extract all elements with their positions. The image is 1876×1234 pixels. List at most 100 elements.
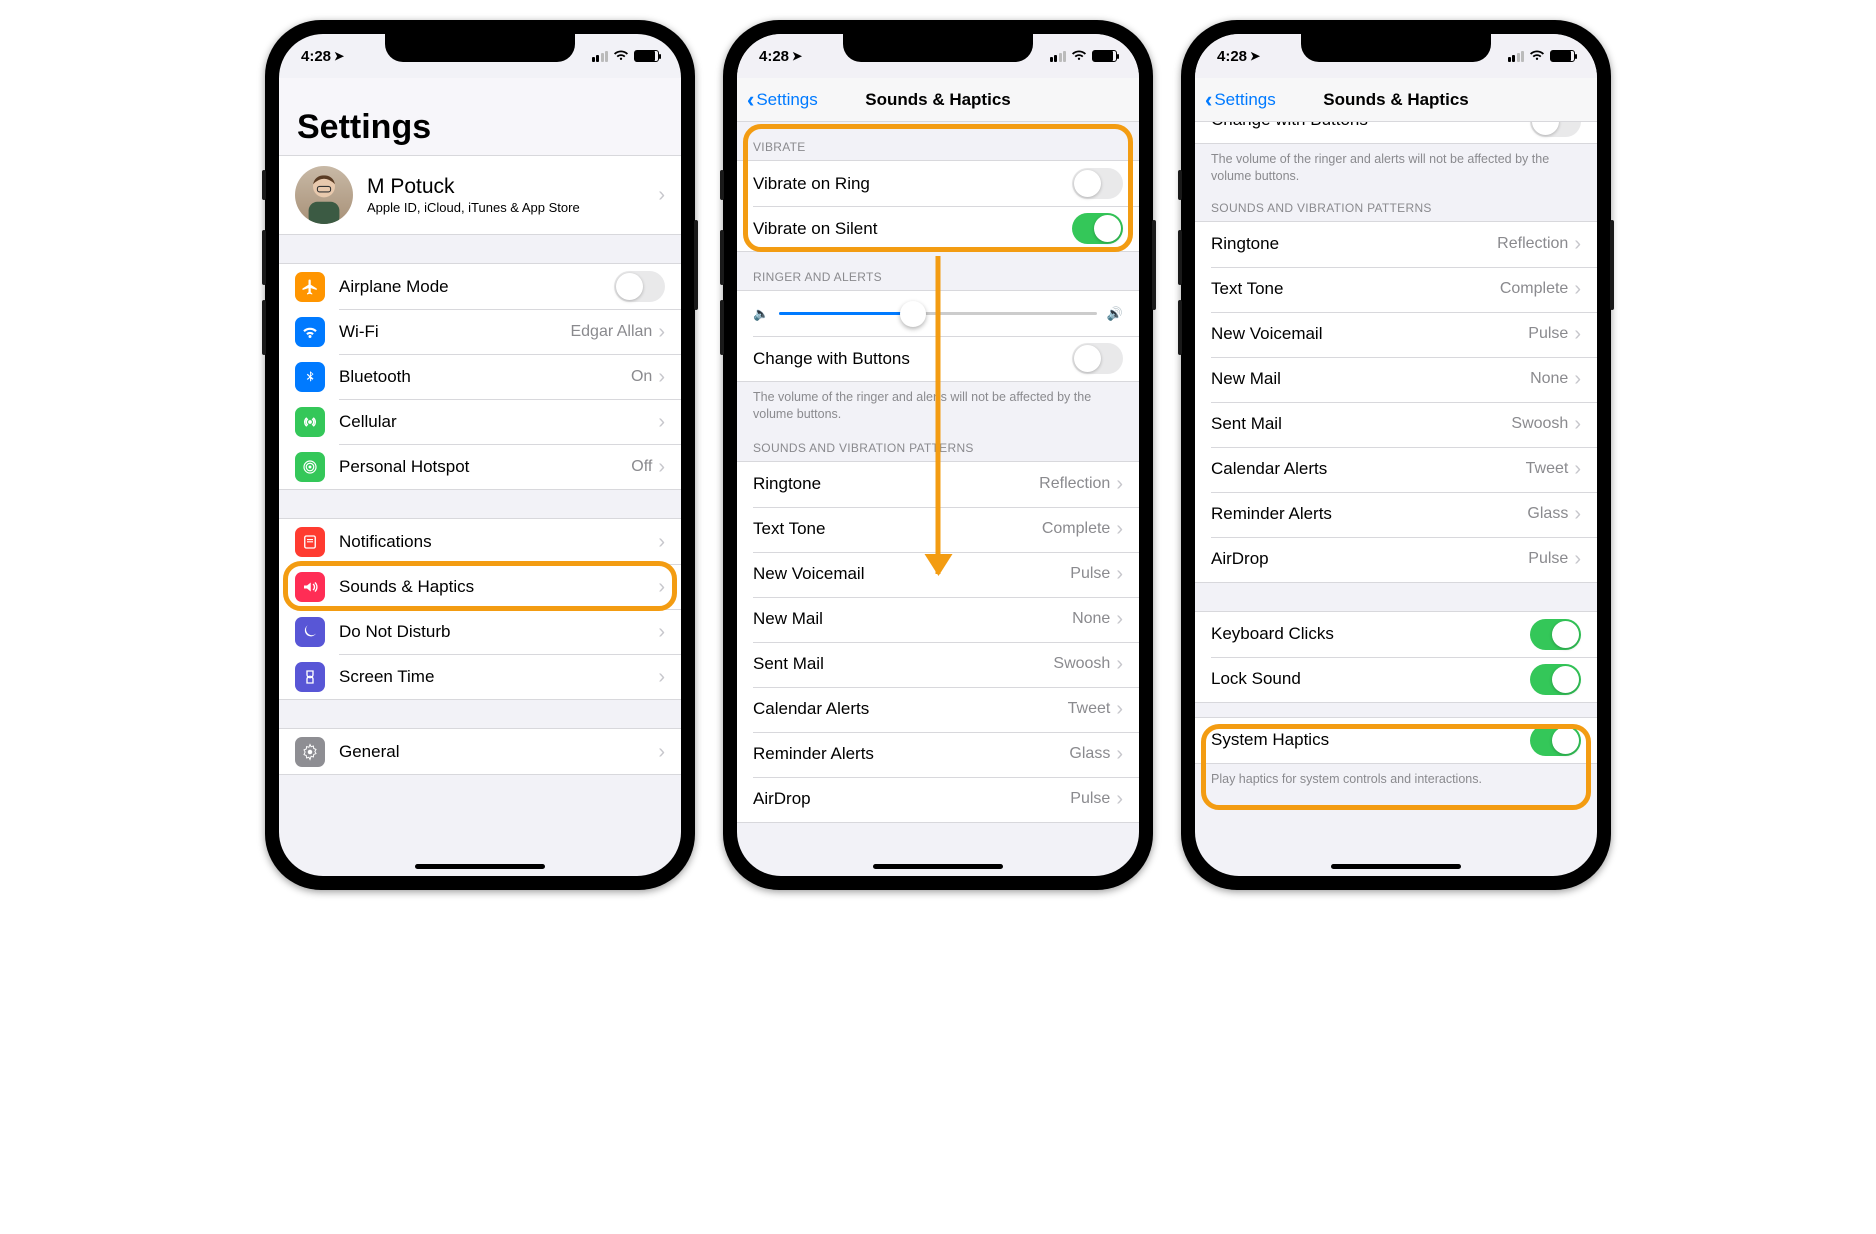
system-haptics-toggle[interactable] [1530,725,1581,756]
chevron-right-icon: › [1116,564,1123,584]
battery-icon [1550,50,1575,62]
row-label: Cellular [339,412,658,432]
row-lock-sound[interactable]: Lock Sound [1195,657,1597,702]
ringer-footer: The volume of the ringer and alerts will… [1195,144,1597,195]
chevron-right-icon: › [1574,279,1581,299]
chevron-right-icon: › [1116,519,1123,539]
back-button[interactable]: ‹Settings [747,89,818,111]
location-arrow-icon: ➤ [792,49,802,63]
cellular-signal-icon [1508,51,1525,62]
settings-row-sounds-haptics[interactable]: Sounds & Haptics› [279,564,681,609]
row-toggle[interactable] [1530,664,1581,695]
row-calendar-alerts[interactable]: Calendar AlertsTweet › [1195,447,1597,492]
row-label: Sounds & Haptics [339,577,658,597]
row-calendar-alerts[interactable]: Calendar AlertsTweet › [737,687,1139,732]
chevron-right-icon: › [1574,459,1581,479]
row-detail: Tweet [1526,460,1569,478]
home-indicator[interactable] [1331,864,1461,869]
chevron-right-icon: › [1116,654,1123,674]
row-toggle[interactable] [1072,168,1123,199]
wifi-icon [1071,50,1087,61]
settings-row-airplane-mode[interactable]: Airplane Mode [279,264,681,309]
phone-frame-2: 4:28➤ ‹Settings Sounds & Haptics VIBRATE… [723,20,1153,890]
row-sent-mail[interactable]: Sent MailSwoosh› [737,642,1139,687]
back-button[interactable]: ‹Settings [1205,89,1276,111]
nav-bar: ‹Settings Sounds & Haptics [1195,78,1597,122]
row-new-voicemail[interactable]: New VoicemailPulse› [1195,312,1597,357]
cellular-signal-icon [592,51,609,62]
chevron-right-icon: › [1116,699,1123,719]
row-airdrop[interactable]: AirDropPulse› [1195,537,1597,582]
row-toggle[interactable] [614,271,665,302]
row-text-tone[interactable]: Text ToneComplete› [1195,267,1597,312]
row-detail: Tweet [1068,700,1111,718]
row-new-mail[interactable]: New MailNone› [737,597,1139,642]
row-detail: Reflection [1497,235,1568,253]
battery-icon [634,50,659,62]
settings-row-wi-fi[interactable]: Wi-FiEdgar Allan› [279,309,681,354]
row-label: Airplane Mode [339,277,614,297]
screentime-icon [295,662,325,692]
row-toggle[interactable] [1072,213,1123,244]
chevron-right-icon: › [1116,789,1123,809]
section-header-vibrate: VIBRATE [737,122,1139,160]
settings-row-personal-hotspot[interactable]: Personal HotspotOff› [279,444,681,489]
system-haptics-row[interactable]: System Haptics [1195,718,1597,763]
settings-row-notifications[interactable]: Notifications› [279,519,681,564]
row-vibrate-on-silent[interactable]: Vibrate on Silent [737,206,1139,251]
row-label: New Voicemail [753,564,1070,584]
change-with-buttons-toggle[interactable] [1530,122,1581,137]
row-airdrop[interactable]: AirDropPulse› [737,777,1139,822]
settings-row-bluetooth[interactable]: BluetoothOn› [279,354,681,399]
chevron-right-icon: › [1574,549,1581,569]
chevron-right-icon: › [658,577,665,597]
chevron-right-icon: › [1574,504,1581,524]
row-ringtone[interactable]: RingtoneReflection› [1195,222,1597,267]
home-indicator[interactable] [873,864,1003,869]
row-keyboard-clicks[interactable]: Keyboard Clicks [1195,612,1597,657]
settings-row-do-not-disturb[interactable]: Do Not Disturb› [279,609,681,654]
settings-row-general[interactable]: General› [279,729,681,774]
row-detail: Reflection [1039,475,1110,493]
row-label: New Voicemail [1211,324,1528,344]
sounds-icon [295,572,325,602]
row-toggle[interactable] [1530,619,1581,650]
row-detail: Complete [1042,520,1110,538]
change-with-buttons-toggle[interactable] [1072,343,1123,374]
row-label: Calendar Alerts [1211,459,1526,479]
chevron-right-icon: › [658,667,665,687]
home-indicator[interactable] [415,864,545,869]
settings-row-screen-time[interactable]: Screen Time› [279,654,681,699]
cellular-signal-icon [1050,51,1067,62]
nav-bar: ‹Settings Sounds & Haptics [737,78,1139,122]
chevron-right-icon: › [658,412,665,432]
notifications-icon [295,527,325,557]
chevron-right-icon: › [658,457,665,477]
row-label: Keyboard Clicks [1211,624,1530,644]
row-label: Ringtone [753,474,1039,494]
row-new-mail[interactable]: New MailNone› [1195,357,1597,402]
row-label: Vibrate on Ring [753,174,1072,194]
bluetooth-icon [295,362,325,392]
cellular-icon [295,407,325,437]
change-with-buttons-row-partial[interactable]: Change with Buttons [1195,122,1597,144]
row-reminder-alerts[interactable]: Reminder AlertsGlass› [737,732,1139,777]
row-label: Calendar Alerts [753,699,1068,719]
row-reminder-alerts[interactable]: Reminder AlertsGlass› [1195,492,1597,537]
settings-row-cellular[interactable]: Cellular› [279,399,681,444]
row-label: Notifications [339,532,658,552]
chevron-right-icon: › [1574,369,1581,389]
chevron-right-icon: › [1574,414,1581,434]
annotation-arrow-down [936,256,941,574]
row-detail: Pulse [1528,550,1568,568]
notch [385,34,575,62]
row-label: Do Not Disturb [339,622,658,642]
row-vibrate-on-ring[interactable]: Vibrate on Ring [737,161,1139,206]
row-detail: None [1530,370,1568,388]
apple-id-row[interactable]: M Potuck Apple ID, iCloud, iTunes & App … [279,156,681,234]
chevron-right-icon: › [658,622,665,642]
row-detail: Pulse [1528,325,1568,343]
section-header-patterns: SOUNDS AND VIBRATION PATTERNS [1195,195,1597,221]
row-sent-mail[interactable]: Sent MailSwoosh› [1195,402,1597,447]
haptics-footer: Play haptics for system controls and int… [1195,764,1597,798]
